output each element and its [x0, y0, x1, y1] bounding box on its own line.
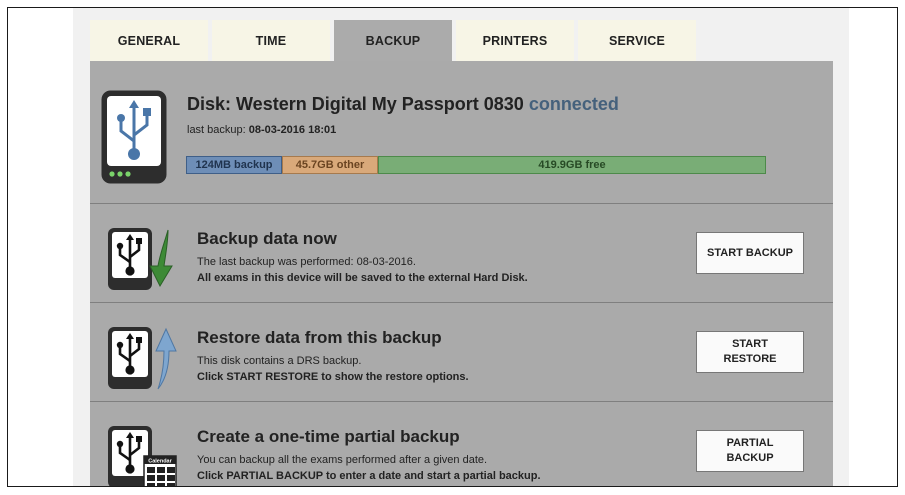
last-backup-info: last backup: 08-03-2016 18:01	[187, 124, 336, 136]
usage-free-segment: 419.9GB free	[378, 156, 766, 174]
usage-other-segment: 45.7GB other	[282, 156, 378, 174]
usage-backup-segment: 124MB backup	[186, 156, 282, 174]
usb-drive-icon	[101, 90, 167, 184]
backup-now-title: Backup data now	[197, 229, 337, 248]
backup-now-hint: All exams in this device will be saved t…	[197, 272, 528, 284]
usb-calendar-icon: Calendar	[108, 426, 177, 486]
settings-panel: GENERAL TIME BACKUP PRINTERS SERVICE Dis…	[73, 8, 849, 486]
disk-info-section: Disk: Western Digital My Passport 0830 c…	[90, 61, 833, 204]
backup-now-row: Backup data now The last backup was perf…	[90, 204, 833, 303]
last-backup-label: last backup:	[187, 124, 246, 136]
disk-status: connected	[528, 94, 619, 114]
window-frame: GENERAL TIME BACKUP PRINTERS SERVICE Dis…	[7, 7, 898, 487]
disk-name: Disk: Western Digital My Passport 0830	[187, 94, 524, 114]
partial-backup-button[interactable]: PARTIAL BACKUP	[696, 430, 804, 472]
partial-backup-description: You can backup all the exams performed a…	[197, 454, 488, 466]
usb-backup-arrow-icon	[108, 228, 173, 290]
restore-row: Restore data from this backup This disk …	[90, 303, 833, 402]
tab-printers[interactable]: PRINTERS	[456, 20, 574, 62]
restore-title: Restore data from this backup	[197, 328, 442, 347]
tab-backup[interactable]: BACKUP	[334, 20, 452, 62]
backup-now-description: The last backup was performed: 08-03-201…	[197, 256, 416, 268]
restore-hint: Click START RESTORE to show the restore …	[197, 371, 469, 383]
start-restore-button[interactable]: START RESTORE	[696, 331, 804, 373]
disk-title: Disk: Western Digital My Passport 0830 c…	[187, 94, 619, 115]
partial-backup-row: Calendar Create a one-time partial backu…	[90, 402, 833, 486]
partial-backup-hint: Click PARTIAL BACKUP to enter a date and…	[197, 470, 541, 482]
calendar-label: Calendar	[148, 459, 172, 465]
usb-restore-arrow-icon	[108, 327, 177, 390]
tab-service[interactable]: SERVICE	[578, 20, 696, 62]
tab-general[interactable]: GENERAL	[90, 20, 208, 62]
disk-usage-bar: 124MB backup 45.7GB other 419.9GB free	[186, 156, 766, 174]
partial-backup-title: Create a one-time partial backup	[197, 427, 460, 446]
start-backup-button[interactable]: START BACKUP	[696, 232, 804, 274]
last-backup-value: 08-03-2016 18:01	[248, 124, 337, 136]
tab-time[interactable]: TIME	[212, 20, 330, 62]
restore-description: This disk contains a DRS backup.	[197, 355, 362, 367]
backup-content: Disk: Western Digital My Passport 0830 c…	[90, 61, 833, 486]
